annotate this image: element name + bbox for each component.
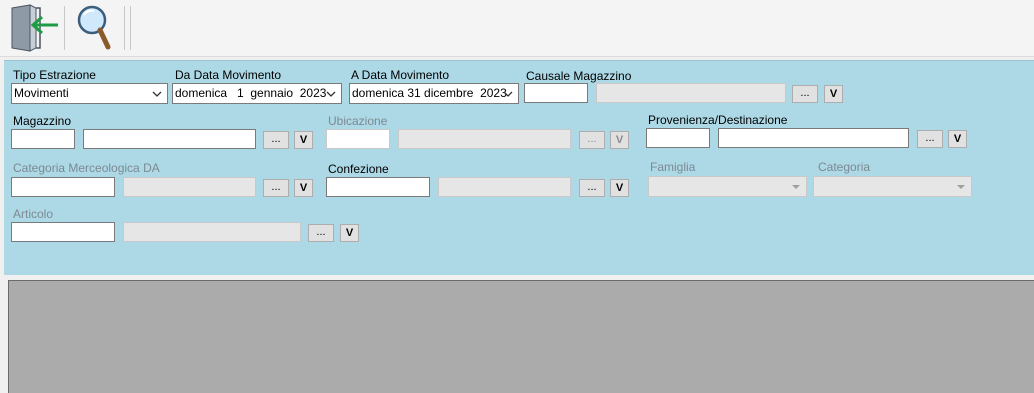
ubicazione-v-button[interactable]: V	[610, 131, 629, 149]
magazzino-code-input[interactable]	[11, 129, 75, 149]
a-data-label: A Data Movimento	[351, 68, 450, 82]
magazzino-v-button[interactable]: V	[294, 131, 313, 149]
magazzino-description-input[interactable]	[83, 129, 256, 149]
tipo-estrazione-label: Tipo Estrazione	[13, 68, 96, 82]
articolo-description-field	[123, 222, 301, 242]
articolo-lookup-button[interactable]: ...	[308, 224, 334, 242]
confezione-description-field	[438, 177, 571, 197]
categoria-label: Categoria	[818, 160, 871, 174]
ubicazione-lookup-button[interactable]: ...	[579, 131, 605, 149]
categoria-merc-label: Categoria Merceologica DA	[13, 161, 160, 175]
provenienza-code-input[interactable]	[646, 128, 710, 148]
categoria-select[interactable]	[813, 176, 972, 197]
dropdown-arrow-icon	[957, 185, 965, 189]
toolbar-separator	[64, 6, 65, 50]
exit-button[interactable]	[6, 3, 58, 53]
ubicazione-description-field	[398, 129, 571, 149]
chevron-down-icon	[503, 91, 513, 97]
ubicazione-label: Ubicazione	[328, 114, 388, 128]
causale-description-field	[596, 83, 786, 103]
toolbar-separator	[124, 6, 125, 50]
causale-label: Causale Magazzino	[526, 69, 632, 83]
ubicazione-code-input[interactable]	[326, 129, 390, 149]
results-grid[interactable]	[8, 280, 1034, 393]
articolo-code-input[interactable]	[11, 222, 115, 242]
causale-lookup-button[interactable]: ...	[792, 85, 818, 103]
categoria-merc-v-button[interactable]: V	[294, 179, 313, 197]
da-data-value: domenica 1 gennaio 2023	[175, 86, 327, 100]
tipo-estrazione-select[interactable]: Movimenti	[11, 83, 168, 104]
dropdown-arrow-icon	[792, 185, 800, 189]
causale-v-button[interactable]: V	[824, 85, 843, 103]
provenienza-v-button[interactable]: V	[948, 130, 967, 148]
da-data-label: Da Data Movimento	[175, 68, 282, 82]
magazzino-lookup-button[interactable]: ...	[263, 131, 289, 149]
provenienza-description-input[interactable]	[718, 128, 909, 148]
toolbar	[0, 0, 1034, 57]
articolo-label: Articolo	[13, 207, 54, 221]
articolo-v-button[interactable]: V	[340, 224, 359, 242]
confezione-label: Confezione	[328, 162, 389, 176]
magazzino-label: Magazzino	[13, 114, 72, 128]
filter-panel: Tipo Estrazione Movimenti Da Data Movime…	[4, 60, 1034, 275]
provenienza-lookup-button[interactable]: ...	[917, 130, 943, 148]
confezione-v-button[interactable]: V	[610, 179, 629, 197]
confezione-code-input[interactable]	[326, 177, 430, 197]
causale-code-input[interactable]	[524, 83, 588, 103]
a-data-value: domenica 31 dicembre 2023	[352, 86, 507, 100]
provenienza-label: Provenienza/Destinazione	[648, 113, 788, 127]
tipo-estrazione-value: Movimenti	[14, 86, 69, 100]
toolbar-separator	[130, 6, 131, 50]
chevron-down-icon	[326, 91, 336, 97]
categoria-merc-description-field	[123, 177, 256, 197]
exit-door-icon	[11, 4, 58, 52]
search-button[interactable]	[72, 3, 124, 53]
categoria-merc-code-input[interactable]	[11, 177, 115, 197]
search-icon	[77, 5, 111, 50]
a-data-picker[interactable]: domenica 31 dicembre 2023	[349, 83, 519, 104]
famiglia-label: Famiglia	[650, 160, 696, 174]
famiglia-select[interactable]	[648, 176, 807, 197]
confezione-lookup-button[interactable]: ...	[579, 179, 605, 197]
da-data-picker[interactable]: domenica 1 gennaio 2023	[172, 83, 342, 104]
categoria-merc-lookup-button[interactable]: ...	[263, 179, 289, 197]
chevron-down-icon	[152, 91, 162, 97]
